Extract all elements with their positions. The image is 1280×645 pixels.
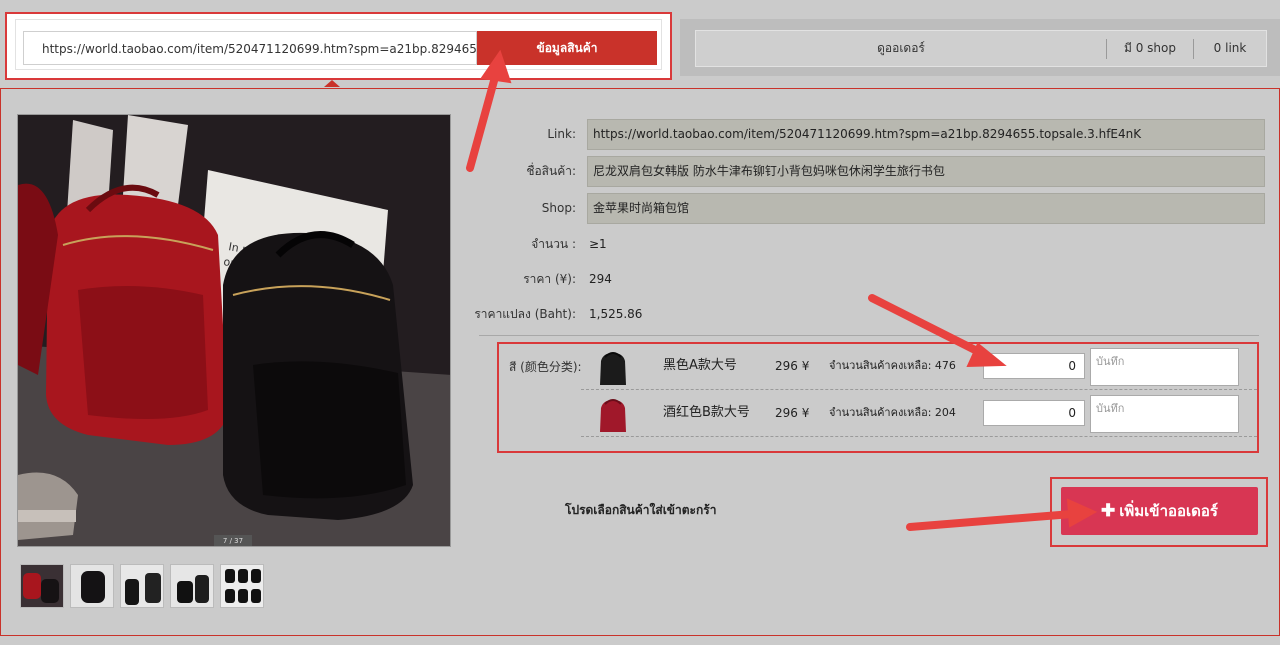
shop-name-field[interactable]: 金苹果时尚箱包馆 [587,193,1265,224]
field-label: Link: [547,127,576,141]
url-form: https://world.taobao.com/item/5204711206… [15,19,662,70]
panel-pointer [324,80,340,87]
variant-row: 酒红色B款大号 296 ¥ จำนวนสินค้าคงเหลือ: 204 0 … [581,391,1257,437]
variant-stock: จำนวนสินค้าคงเหลือ: 476 [829,359,956,372]
backpacks-photo: In n one able ent [18,115,450,546]
thumbnail-image [121,565,163,607]
price-baht-value: 1,525.86 [589,307,643,321]
black-backpack-image [593,349,633,389]
thumbnail-image [171,565,213,607]
field-label: จำนวน : [531,237,576,251]
field-label: Shop: [541,201,576,215]
order-status-bar: ดูออเดอร์ มี 0 shop 0 link [680,19,1280,76]
quantity-input[interactable]: 0 [983,353,1085,379]
field-product-name: ชื่อสินค้า: 尼龙双肩包女韩版 防水牛津布铆钉小背包妈咪包休闲学生旅行… [471,156,1271,187]
image-counter: 7 / 37 [214,535,252,546]
price-yuan-value: 294 [589,272,612,286]
thumbnail[interactable] [220,564,264,608]
field-label: ชื่อสินค้า: [526,164,576,178]
variant-thumbnail [593,349,633,389]
thumbnail-image [21,565,63,607]
note-input[interactable]: บันทึก [1090,348,1239,386]
variant-selector: สี (颜色分类): 黑色A款大号 296 ¥ จำนวนสินค้าคงเหล… [497,342,1259,453]
top-bar: https://world.taobao.com/item/5204711206… [0,0,1280,88]
add-to-order-button[interactable]: ✚ เพิ่มเข้าออเดอร์ [1061,487,1258,535]
thumbnail-image [221,565,263,607]
variant-name: 黑色A款大号 [663,358,737,373]
variant-name: 酒红色B款大号 [663,405,750,420]
url-input[interactable]: https://world.taobao.com/item/5204711206… [23,31,477,65]
field-quantity: จำนวน : ≥1 [471,229,1271,259]
thumbnail-image [71,565,113,607]
product-link-field[interactable]: https://world.taobao.com/item/5204711206… [587,119,1265,150]
fetch-product-button[interactable]: ข้อมูลสินค้า [477,31,657,65]
product-panel: In n one able ent 7 / 37 [0,88,1280,636]
thumbnail[interactable] [170,564,214,608]
cart-hint: โปรดเลือกสินค้าใส่เข้าตะกร้า [565,503,717,517]
variant-row: 黑色A款大号 296 ¥ จำนวนสินค้าคงเหลือ: 476 0 บ… [581,344,1257,390]
thumbnail[interactable] [120,564,164,608]
view-order-link[interactable]: ดูออเดอร์ [696,31,1106,66]
field-label: ราคา (¥): [523,272,576,286]
variant-price: 296 ¥ [775,359,810,373]
product-name-field[interactable]: 尼龙双肩包女韩版 防水牛津布铆钉小背包妈咪包休闲学生旅行书包 [587,156,1265,187]
link-count: 0 link [1213,41,1247,55]
plus-icon: ✚ [1101,501,1116,520]
field-shop: Shop: 金苹果时尚箱包馆 [471,193,1271,224]
thumbnail[interactable] [20,564,64,608]
order-status: ดูออเดอร์ มี 0 shop 0 link [695,30,1267,67]
field-price-baht: ราคาแปลง (Baht): 1,525.86 [471,299,1271,329]
divider [479,335,1259,336]
add-to-order-frame: ✚ เพิ่มเข้าออเดอร์ [1050,477,1268,547]
field-label: ราคาแปลง (Baht): [474,307,576,321]
red-backpack-image [593,396,633,436]
variant-thumbnail [593,396,633,436]
variant-label: สี (颜色分类): [509,360,582,374]
min-quantity-value: ≥1 [589,237,607,251]
quantity-input[interactable]: 0 [983,400,1085,426]
add-to-order-label: เพิ่มเข้าออเดอร์ [1119,503,1218,520]
thumbnail[interactable] [70,564,114,608]
field-link: Link: https://world.taobao.com/item/5204… [471,119,1271,150]
variant-price: 296 ¥ [775,406,810,420]
url-panel: https://world.taobao.com/item/5204711206… [5,12,672,80]
shop-count: มี 0 shop [1124,41,1176,55]
product-photo[interactable]: In n one able ent 7 / 37 [17,114,451,547]
variant-stock: จำนวนสินค้าคงเหลือ: 204 [829,406,956,419]
field-price-yuan: ราคา (¥): 294 [471,264,1271,294]
note-input[interactable]: บันทึก [1090,395,1239,433]
